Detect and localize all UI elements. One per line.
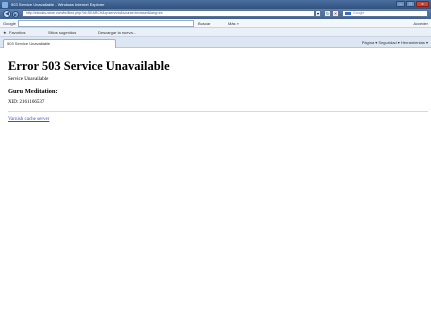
- maximize-button[interactable]: □: [406, 1, 415, 7]
- address-dropdown-icon[interactable]: ▾: [315, 10, 321, 17]
- tab-bar: 503 Service Unavailable Página ▾ Segurid…: [0, 37, 431, 48]
- page-title: Error 503 Service Unavailable: [8, 59, 170, 73]
- divider: [8, 111, 428, 112]
- forward-arrow-icon[interactable]: ▶: [12, 11, 19, 18]
- page-content: Error 503 Service Unavailable Service Un…: [0, 49, 431, 310]
- guru-heading: Guru Meditation:: [8, 88, 58, 95]
- window-controls: – □ x: [396, 1, 429, 7]
- google-toolbar: Google Buscar Más » Acceder: [0, 19, 431, 28]
- search-provider-icon: [345, 12, 351, 15]
- search-placeholder: Google: [353, 11, 365, 15]
- xid-text: XID: 2161166537: [8, 100, 45, 105]
- tab-503[interactable]: 503 Service Unavailable: [3, 39, 116, 48]
- window-title: 503 Service Unavailable - Windows Intern…: [11, 2, 105, 7]
- acceder-button[interactable]: Acceder: [413, 21, 428, 26]
- command-bar[interactable]: Página ▾ Seguridad ▾ Herramientas ▾: [362, 40, 428, 45]
- favorites-star-icon[interactable]: ★: [3, 30, 7, 35]
- close-button[interactable]: x: [416, 1, 429, 7]
- error-subtitle: Service Unavailable: [8, 77, 49, 82]
- google-search-input[interactable]: [18, 20, 194, 27]
- ie-logo-icon: [2, 1, 8, 8]
- google-toolbar-label: Google: [3, 21, 16, 26]
- mas-button[interactable]: Más »: [228, 21, 239, 26]
- address-input[interactable]: http://ebooks-store.com/br/libro.php?id=…: [22, 10, 315, 17]
- refresh-icon[interactable]: ↻: [324, 10, 331, 17]
- search-input[interactable]: Google: [342, 10, 428, 17]
- back-arrow-icon[interactable]: ◀: [3, 10, 11, 18]
- favorites-bar: ★ Favoritos Sitios sugeridos Descargar l…: [0, 28, 431, 37]
- varnish-link[interactable]: Varnish cache server: [8, 117, 49, 122]
- favoritos-button[interactable]: Favoritos: [9, 30, 25, 35]
- title-bar: 503 Service Unavailable - Windows Intern…: [0, 0, 431, 9]
- minimize-button[interactable]: –: [396, 1, 405, 7]
- buscar-button[interactable]: Buscar: [198, 21, 210, 26]
- descargar-link[interactable]: Descargar la nueva...: [98, 30, 136, 35]
- address-bar-row: ◀ ▶ http://ebooks-store.com/br/libro.php…: [0, 9, 431, 19]
- sitios-sugeridos-link[interactable]: Sitios sugeridos: [48, 30, 76, 35]
- stop-icon[interactable]: ✕: [332, 10, 339, 17]
